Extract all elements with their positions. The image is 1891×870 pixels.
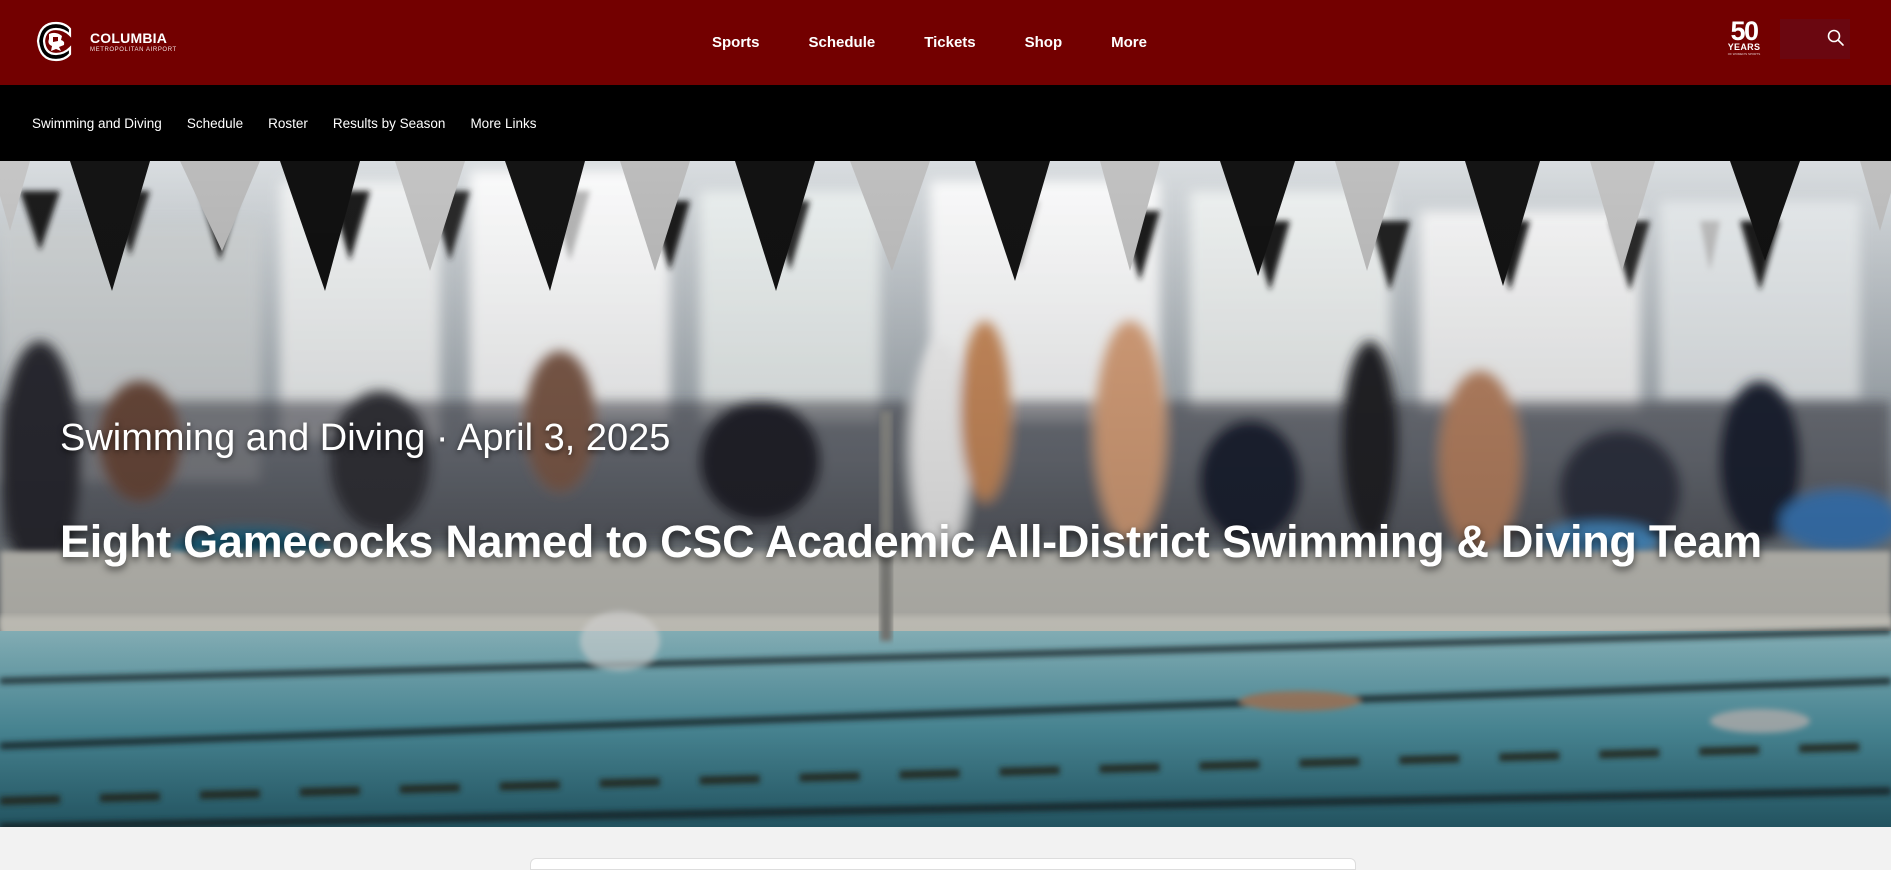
nav-tickets[interactable]: Tickets [924, 34, 975, 51]
subnav-roster[interactable]: Roster [268, 116, 308, 131]
sponsor-name: COLUMBIA [90, 29, 168, 46]
hero-banner: Swimming and Diving · April 3, 2025 Eigh… [0, 161, 1891, 827]
sponsor-logo: COLUMBIA METROPOLITAN AIRPORT [90, 31, 177, 53]
fifty-years-badge[interactable]: 50 YEARS OF WOMEN'S SPORTS [1722, 18, 1766, 56]
subnav-results-by-season[interactable]: Results by Season [333, 116, 446, 131]
badge-number: 50 [1730, 16, 1759, 46]
article-meta: Swimming and Diving · April 3, 2025 [60, 417, 671, 459]
gamecock-logo-icon [36, 21, 72, 62]
nav-schedule[interactable]: Schedule [809, 34, 876, 51]
main-nav: Sports Schedule Tickets Shop More [712, 0, 1196, 85]
home-logo-link[interactable]: COLUMBIA METROPOLITAN AIRPORT [34, 20, 177, 63]
search-icon[interactable] [1826, 28, 1846, 48]
nav-sports[interactable]: Sports [712, 34, 760, 51]
subnav-schedule[interactable]: Schedule [187, 116, 243, 131]
sport-sub-nav: Swimming and Diving Schedule Roster Resu… [0, 85, 1891, 161]
badge-tagline: OF WOMEN'S SPORTS [1727, 52, 1761, 56]
subnav-swimming-and-diving[interactable]: Swimming and Diving [32, 116, 162, 131]
hero-photo-natatorium [0, 161, 1891, 827]
article-title: Eight Gamecocks Named to CSC Academic Al… [60, 516, 1762, 567]
article-card-top [530, 858, 1356, 870]
top-header: COLUMBIA METROPOLITAN AIRPORT Sports Sch… [0, 0, 1891, 85]
badge-word: YEARS [1727, 42, 1761, 52]
nav-more[interactable]: More [1111, 34, 1147, 51]
sponsor-subtitle: METROPOLITAN AIRPORT [90, 46, 177, 53]
nav-shop[interactable]: Shop [1025, 34, 1063, 51]
subnav-more-links[interactable]: More Links [470, 116, 536, 131]
